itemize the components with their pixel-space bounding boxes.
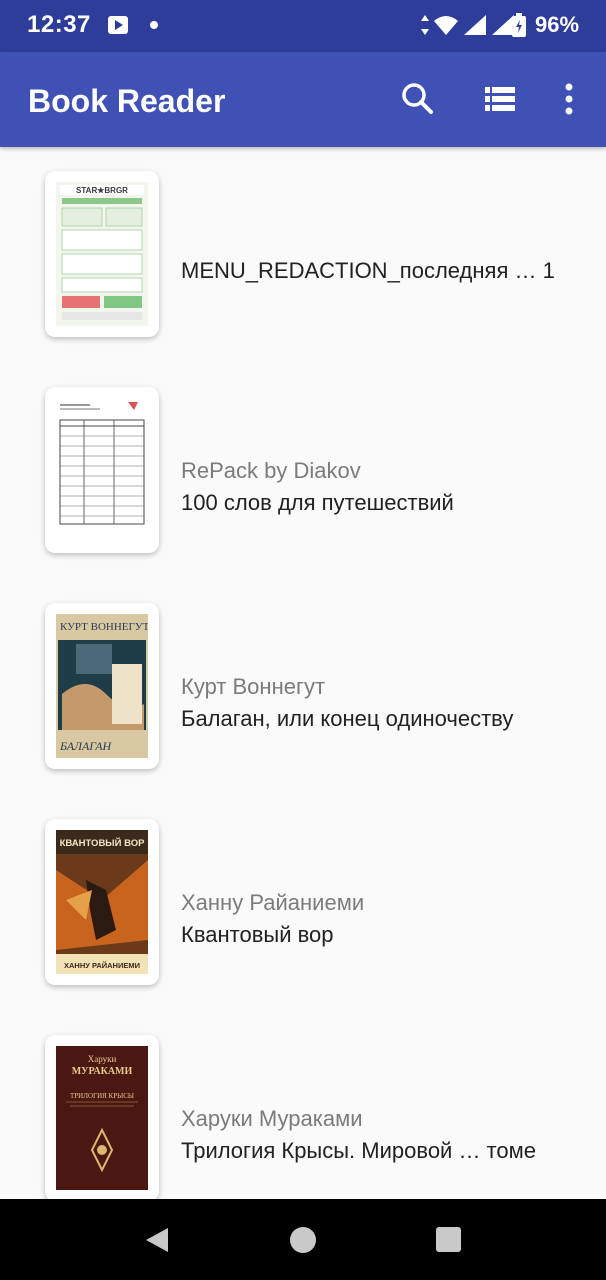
more-options-icon[interactable] [547, 77, 591, 121]
book-title: MENU_REDACTION_последняя … 1 [181, 258, 555, 283]
home-icon[interactable] [290, 1227, 316, 1253]
book-cover[interactable]: КВАНТОВЫЙ ВОР ХАННУ РАЙАНИЕМИ [45, 819, 159, 985]
cover-image: КВАНТОВЫЙ ВОР ХАННУ РАЙАНИЕМИ [56, 830, 148, 974]
back-icon[interactable] [144, 1226, 170, 1254]
cover-author-text: МУРАКАМИ [72, 1066, 133, 1077]
book-author: RePack by Diakov [181, 458, 361, 483]
signal-icons [421, 15, 514, 35]
cover-title-text: БАЛАГАН [59, 739, 113, 753]
book-item[interactable]: STAR★BRGR MENU_REDACTION_последняя … 1 [0, 147, 606, 363]
app-bar: Book Reader [0, 52, 606, 147]
status-bar: 12:37 96% [0, 0, 606, 52]
recent-apps-icon[interactable] [436, 1227, 461, 1252]
book-meta: MENU_REDACTION_последняя … 1 [181, 255, 591, 287]
status-time: 12:37 [27, 11, 91, 38]
search-icon[interactable] [396, 77, 440, 121]
cover-image: Харуки МУРАКАМИ ТРИЛОГИЯ КРЫСЫ [56, 1046, 148, 1190]
app-title: Book Reader [28, 83, 226, 119]
book-title: Балаган, или конец одиночеству [181, 706, 514, 731]
cover-author-text: КУРТ ВОННЕГУТ [60, 621, 148, 633]
cover-title-text: КВАНТОВЫЙ ВОР [60, 837, 146, 849]
list-view-icon[interactable] [478, 77, 522, 121]
navigation-bar [0, 1199, 606, 1280]
book-meta: Курт Воннегут Балаган, или конец одиноче… [181, 671, 591, 735]
cover-image: КУРТ ВОННЕГУТ БАЛАГАН [56, 614, 148, 758]
book-meta: Ханну Райаниеми Квантовый вор [181, 887, 591, 951]
book-cover[interactable]: Харуки МУРАКАМИ ТРИЛОГИЯ КРЫСЫ [45, 1035, 159, 1199]
book-author: Ханну Райаниеми [181, 890, 365, 915]
book-cover[interactable]: КУРТ ВОННЕГУТ БАЛАГАН [45, 603, 159, 769]
book-cover[interactable] [45, 387, 159, 553]
book-meta: Харуки Мураками Трилогия Крысы. Мировой … [181, 1103, 591, 1167]
book-title: 100 слов для путешествий [181, 490, 454, 515]
cover-image: STAR★BRGR [56, 182, 148, 326]
book-cover[interactable]: STAR★BRGR [45, 171, 159, 337]
book-author: Курт Воннегут [181, 674, 326, 699]
book-title: Квантовый вор [181, 922, 334, 947]
battery-percent: 96% [535, 12, 580, 37]
book-item[interactable]: Харуки МУРАКАМИ ТРИЛОГИЯ КРЫСЫ Харуки Му… [0, 1011, 606, 1199]
book-list: STAR★BRGR MENU_REDACTION_последняя … 1 R… [0, 147, 606, 1199]
book-meta: RePack by Diakov 100 слов для путешестви… [181, 455, 591, 519]
book-item[interactable]: КВАНТОВЫЙ ВОР ХАННУ РАЙАНИЕМИ Ханну Райа… [0, 795, 606, 1011]
book-title: Трилогия Крысы. Мировой … томе [181, 1138, 536, 1163]
cover-author-text: Харуки [88, 1054, 117, 1064]
book-item[interactable]: RePack by Diakov 100 слов для путешестви… [0, 363, 606, 579]
book-author: Харуки Мураками [181, 1106, 363, 1131]
cover-image [56, 398, 148, 542]
notification-dot-icon [150, 21, 158, 29]
cover-author-text: ХАННУ РАЙАНИЕМИ [64, 961, 140, 970]
cover-title-text: ТРИЛОГИЯ КРЫСЫ [70, 1092, 134, 1100]
battery-icon [512, 13, 526, 37]
book-item[interactable]: КУРТ ВОННЕГУТ БАЛАГАН Курт Воннегут Бала… [0, 579, 606, 795]
cover-brand-text: STAR★BRGR [76, 186, 128, 195]
youtube-notification-icon [108, 16, 128, 34]
